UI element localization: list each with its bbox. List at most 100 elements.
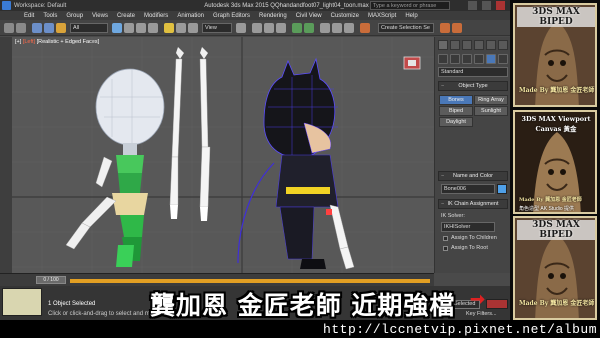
pivot-center-icon[interactable] [236, 23, 246, 33]
snaps-toggle-icon[interactable] [252, 23, 262, 33]
render-frame-icon[interactable] [440, 23, 450, 33]
biped-button[interactable]: Biped [439, 106, 473, 116]
link-icon[interactable] [32, 23, 42, 33]
menu-customize[interactable]: Customize [331, 13, 359, 19]
layer-manager-icon[interactable] [320, 23, 330, 33]
geometry-icon[interactable] [438, 54, 448, 64]
material-editor-icon[interactable] [344, 23, 354, 33]
shapes-icon[interactable] [450, 54, 460, 64]
scale-icon[interactable] [188, 23, 198, 33]
sunlight-button[interactable]: Sunlight [474, 106, 508, 116]
biped-skeleton-model[interactable] [65, 68, 165, 267]
create-category-icons [438, 54, 508, 64]
set-key-button[interactable] [486, 299, 508, 309]
ring-array-button[interactable]: Ring Array [474, 95, 508, 105]
app-logo-icon[interactable] [2, 1, 11, 10]
bind-spacewarp-icon[interactable] [56, 23, 66, 33]
search-input[interactable]: Type a keyword or phrase [370, 1, 450, 10]
menu-civil-view[interactable]: Civil View [296, 13, 322, 19]
time-slider-bar: 0 / 100 [0, 273, 434, 286]
rectangle-selection-icon[interactable] [136, 23, 146, 33]
album-url[interactable]: http://lccnetvip.pixnet.net/album [323, 322, 597, 337]
name-and-color-rollout[interactable]: Name and Color [438, 171, 508, 181]
rotate-icon[interactable] [176, 23, 186, 33]
cameras-icon[interactable] [474, 54, 484, 64]
lights-icon[interactable] [462, 54, 472, 64]
menu-help[interactable]: Help [405, 13, 417, 19]
command-panel: Standard Object Type Bones Ring Array Bi… [434, 37, 510, 273]
thumbnail-title: 3DS MAX BIPED [517, 7, 595, 27]
command-panel-tabs [438, 40, 508, 50]
menu-create[interactable]: Create [117, 13, 135, 19]
left-viewport[interactable]: [+] [Left] [Realistic + Edged Faces] [12, 37, 434, 273]
category-dropdown[interactable]: Standard [438, 67, 508, 77]
thumbnail-author: Made By 龔加恩 金匠老師 [519, 87, 595, 94]
align-icon[interactable] [304, 23, 314, 33]
menu-rendering[interactable]: Rendering [259, 13, 287, 19]
menu-views[interactable]: Views [92, 13, 108, 19]
select-by-name-icon[interactable] [124, 23, 134, 33]
course-thumbnail-biped-2[interactable]: 3DS MAX BIPED Made By 龔加恩 金匠老師 [513, 216, 597, 320]
unlink-icon[interactable] [44, 23, 54, 33]
window-title: Autodesk 3ds Max 2015 QQhandandfoot07_li… [204, 2, 369, 9]
ribbon-strip[interactable] [0, 37, 12, 273]
curve-editor-icon[interactable] [332, 23, 342, 33]
utilities-tab[interactable] [498, 40, 508, 50]
menu-modifiers[interactable]: Modifiers [144, 13, 168, 19]
daylight-button[interactable]: Daylight [439, 117, 473, 127]
viewcube-icon[interactable] [400, 51, 424, 75]
minimize-icon[interactable] [468, 1, 477, 10]
selection-filter-dropdown[interactable]: All [70, 23, 108, 33]
bones-button[interactable]: Bones [439, 95, 473, 105]
named-selection-set-dropdown[interactable]: Create Selection Se [378, 23, 434, 33]
angle-snap-icon[interactable] [264, 23, 274, 33]
workspace-dropdown[interactable]: Workspace: Default [14, 3, 66, 9]
course-thumbnail-biped-1[interactable]: 3DS MAX BIPED Made By 龔加恩 金匠老師 [513, 3, 597, 107]
ik-solver-dropdown[interactable]: IKHISolver [441, 222, 495, 232]
ik-chain-assignment-rollout[interactable]: IK Chain Assignment [438, 199, 508, 209]
close-icon[interactable] [496, 1, 505, 10]
render-setup-icon[interactable] [360, 23, 370, 33]
menu-bar: Edit Tools Group Views Create Modifiers … [0, 11, 510, 20]
assign-to-root-checkbox[interactable]: Assign To Root [443, 245, 488, 251]
selection-status-text: 1 Object Selected [48, 301, 96, 307]
course-thumbnail-viewport-canvas[interactable]: 3DS MAX Viewport Canvas 黃金 Made By 龔加恩 金… [513, 110, 597, 214]
time-slider[interactable]: 0 / 100 [36, 276, 66, 284]
batman-toon-model[interactable] [237, 57, 355, 270]
thumbnail-author: Made By 龔加恩 金匠老師 [519, 300, 595, 307]
menu-group[interactable]: Group [66, 13, 83, 19]
select-object-icon[interactable] [112, 23, 122, 33]
object-name-field[interactable]: Bone006 [441, 184, 495, 194]
menu-graph-editors[interactable]: Graph Editors [213, 13, 250, 19]
modify-tab[interactable] [450, 40, 460, 50]
display-tab[interactable] [486, 40, 496, 50]
undo-icon[interactable] [4, 23, 14, 33]
object-color-swatch[interactable] [497, 184, 507, 194]
spacewarps-icon[interactable] [498, 54, 508, 64]
mirror-icon[interactable] [292, 23, 302, 33]
hierarchy-tab[interactable] [462, 40, 472, 50]
motion-tab[interactable] [474, 40, 484, 50]
menu-tools[interactable]: Tools [43, 13, 57, 19]
create-tab[interactable] [438, 40, 448, 50]
standalone-bone-chain-right[interactable] [199, 47, 211, 221]
object-type-rollout[interactable]: Object Type [438, 81, 508, 91]
standalone-bone-chain-left[interactable] [169, 47, 184, 219]
redo-icon[interactable] [16, 23, 26, 33]
assign-to-children-checkbox[interactable]: Assign To Children [443, 235, 497, 241]
thumbnail-title: 3DS MAX Viewport Canvas 黃金 [521, 115, 591, 133]
maxscript-listener[interactable] [2, 288, 42, 316]
reference-coordinate-dropdown[interactable]: View [202, 23, 232, 33]
key-filters-button[interactable]: Key Filters... [466, 311, 497, 317]
window-crossing-icon[interactable] [148, 23, 158, 33]
maximize-icon[interactable] [482, 1, 491, 10]
percent-snap-icon[interactable] [276, 23, 286, 33]
menu-edit[interactable]: Edit [24, 13, 34, 19]
track-bar[interactable] [70, 279, 430, 283]
menu-animation[interactable]: Animation [177, 13, 204, 19]
render-production-icon[interactable] [452, 23, 462, 33]
move-icon[interactable] [164, 23, 174, 33]
3dsmax-window: Workspace: Default Autodesk 3ds Max 2015… [0, 0, 510, 320]
menu-maxscript[interactable]: MAXScript [368, 13, 396, 19]
systems-icon[interactable] [486, 54, 496, 64]
